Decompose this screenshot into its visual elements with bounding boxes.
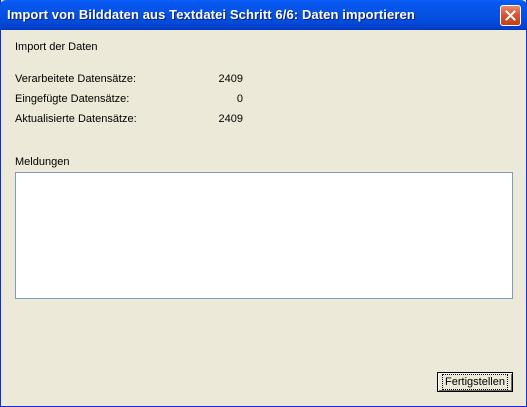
messages-textarea[interactable] bbox=[15, 172, 513, 299]
close-icon bbox=[505, 10, 516, 21]
finish-button[interactable]: Fertigstellen bbox=[437, 372, 513, 392]
dialog-window: Import von Bilddaten aus Textdatei Schri… bbox=[0, 0, 527, 407]
messages-label: Meldungen bbox=[15, 156, 70, 168]
inserted-records-value: 0 bbox=[236, 93, 243, 105]
import-heading: Import der Daten bbox=[15, 41, 98, 53]
updated-records-label: Aktualisierte Datensätze: bbox=[15, 113, 137, 125]
title-bar[interactable]: Import von Bilddaten aus Textdatei Schri… bbox=[0, 0, 527, 30]
inserted-records-label: Eingefügte Datensätze: bbox=[15, 93, 130, 105]
processed-records-label: Verarbeitete Datensätze: bbox=[15, 73, 137, 85]
window-title: Import von Bilddaten aus Textdatei Schri… bbox=[7, 7, 415, 22]
close-button[interactable] bbox=[500, 5, 521, 26]
processed-records-value: 2409 bbox=[218, 73, 243, 85]
updated-records-value: 2409 bbox=[218, 113, 243, 125]
finish-button-label: Fertigstellen bbox=[442, 374, 508, 390]
